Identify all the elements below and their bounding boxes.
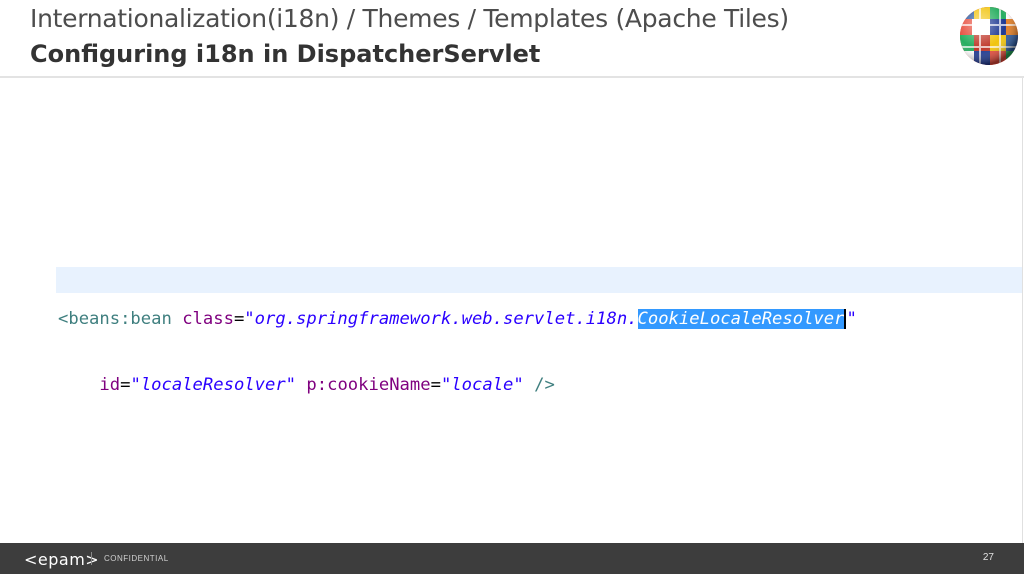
code-tag: <beans:bean <box>58 309 172 329</box>
code-snippet: <beans:bean class="org.springframework.w… <box>58 266 857 418</box>
code-attribute: class <box>182 309 234 329</box>
slide-subtitle: Configuring i18n in DispatcherServlet <box>30 40 541 68</box>
code-equals: = <box>430 375 441 395</box>
code-line-2: id="localeResolver" p:cookieName="locale… <box>58 372 857 398</box>
epam-logo: <epam> <box>24 550 100 569</box>
code-tag-close: /> <box>534 375 555 395</box>
code-string-cookiename: "locale" <box>440 375 524 395</box>
footer-divider <box>91 552 92 565</box>
code-equals: = <box>233 309 245 329</box>
slide-header: Internationalization(i18n) / Themes / Te… <box>0 0 1024 76</box>
code-string: "org.springframework.web.servlet.i18n. <box>244 309 638 329</box>
code-attribute-cookiename: p:cookieName <box>306 375 431 395</box>
code-selection[interactable]: CookieLocaleResolver <box>637 309 845 329</box>
code-string-id: "localeResolver" <box>130 375 297 395</box>
code-line-1: <beans:bean class="org.springframework.w… <box>58 306 857 332</box>
code-equals: = <box>120 375 131 395</box>
slide-title: Internationalization(i18n) / Themes / Te… <box>30 4 789 33</box>
header-divider <box>0 76 1024 78</box>
code-attribute-id: id <box>99 375 121 395</box>
right-border <box>1022 78 1023 543</box>
slide-footer: <epam> CONFIDENTIAL 27 <box>0 543 1024 574</box>
confidential-label: CONFIDENTIAL <box>104 554 169 563</box>
code-string-end: " <box>846 309 857 329</box>
page-number: 27 <box>982 552 994 563</box>
globe-flags-icon <box>960 7 1018 65</box>
